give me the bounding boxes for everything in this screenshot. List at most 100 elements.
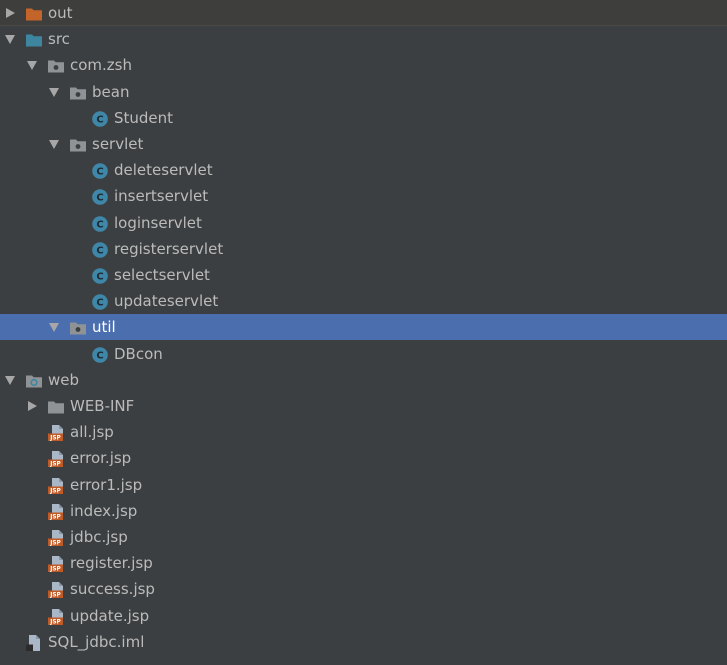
jsp-file-icon: JSP xyxy=(47,555,65,573)
svg-text:JSP: JSP xyxy=(49,593,61,599)
svg-text:C: C xyxy=(96,351,103,362)
tree-node-label: deleteservlet xyxy=(114,161,213,179)
jsp-file-icon: JSP xyxy=(47,529,65,547)
jsp-file-icon: JSP xyxy=(47,477,65,495)
tree-node-label: selectservlet xyxy=(114,266,210,284)
tree-node-bean[interactable]: bean xyxy=(0,79,727,105)
folder-icon xyxy=(47,398,65,416)
tree-node-src[interactable]: src xyxy=(0,26,727,52)
tree-node-label: DBcon xyxy=(114,345,163,363)
svg-text:C: C xyxy=(96,246,103,257)
svg-text:JSP: JSP xyxy=(49,462,61,468)
package-icon xyxy=(69,319,87,337)
expanded-arrow-icon[interactable] xyxy=(4,374,16,386)
svg-text:C: C xyxy=(96,298,103,309)
excluded-folder-icon xyxy=(25,5,43,23)
tree-node-label: register.jsp xyxy=(70,554,153,572)
tree-node-jdbc-jsp[interactable]: JSP jdbc.jsp xyxy=(0,524,727,550)
tree-node-label: error1.jsp xyxy=(70,476,143,494)
class-icon: C xyxy=(91,110,109,128)
tree-node-index-jsp[interactable]: JSP index.jsp xyxy=(0,498,727,524)
tree-node-label: success.jsp xyxy=(70,580,155,598)
tree-node-servlet[interactable]: servlet xyxy=(0,131,727,157)
tree-node-deleteservlet[interactable]: Cdeleteservlet xyxy=(0,157,727,183)
class-icon: C xyxy=(91,241,109,259)
svg-text:JSP: JSP xyxy=(49,567,61,573)
tree-node-label: registerservlet xyxy=(114,240,224,258)
tree-node-register-jsp[interactable]: JSP register.jsp xyxy=(0,550,727,576)
tree-node-success-jsp[interactable]: JSP success.jsp xyxy=(0,576,727,602)
tree-node-error1-jsp[interactable]: JSP error1.jsp xyxy=(0,472,727,498)
tree-node-updateservlet[interactable]: Cupdateservlet xyxy=(0,288,727,314)
collapsed-arrow-icon[interactable] xyxy=(26,400,38,412)
tree-node-label: updateservlet xyxy=(114,292,219,310)
tree-node-all-jsp[interactable]: JSP all.jsp xyxy=(0,419,727,445)
package-icon xyxy=(69,84,87,102)
class-icon: C xyxy=(91,346,109,364)
tree-node-label: insertservlet xyxy=(114,187,209,205)
tree-node-registerservlet[interactable]: Cregisterservlet xyxy=(0,236,727,262)
package-icon xyxy=(69,136,87,154)
jsp-file-icon: JSP xyxy=(47,424,65,442)
tree-node-util[interactable]: util xyxy=(0,314,727,340)
tree-node-label: web xyxy=(48,371,80,389)
expanded-arrow-icon[interactable] xyxy=(48,321,60,333)
tree-node-label: Student xyxy=(114,109,174,127)
svg-text:C: C xyxy=(96,220,103,231)
tree-node-insertservlet[interactable]: Cinsertservlet xyxy=(0,183,727,209)
svg-text:C: C xyxy=(96,115,103,126)
tree-node-com-zsh[interactable]: com.zsh xyxy=(0,52,727,78)
tree-node-label: src xyxy=(48,30,70,48)
tree-node-label: util xyxy=(92,318,116,336)
tree-node-label: out xyxy=(48,4,73,22)
tree-node-label: servlet xyxy=(92,135,144,153)
project-tree: out src com.zsh bean C Student servlet Cdeletes… xyxy=(0,0,727,665)
svg-text:C: C xyxy=(96,167,103,178)
tree-node-error-jsp[interactable]: JSP error.jsp xyxy=(0,445,727,471)
class-icon: C xyxy=(91,162,109,180)
tree-node-label: jdbc.jsp xyxy=(70,528,128,546)
svg-text:JSP: JSP xyxy=(49,489,61,495)
tree-node-label: loginservlet xyxy=(114,214,202,232)
tree-node-label: bean xyxy=(92,83,130,101)
tree-node-label: index.jsp xyxy=(70,502,138,520)
jsp-file-icon: JSP xyxy=(47,503,65,521)
collapsed-arrow-icon[interactable] xyxy=(4,7,16,19)
expanded-arrow-icon[interactable] xyxy=(48,138,60,150)
expanded-arrow-icon[interactable] xyxy=(26,59,38,71)
jsp-file-icon: JSP xyxy=(47,581,65,599)
tree-node-dbcon[interactable]: C DBcon xyxy=(0,341,727,367)
tree-node-web[interactable]: web xyxy=(0,367,727,393)
tree-node-sql-jdbc-iml[interactable]: SQL_jdbc.iml xyxy=(0,629,727,655)
svg-text:JSP: JSP xyxy=(49,620,61,626)
web-folder-icon xyxy=(25,372,43,390)
tree-node-selectservlet[interactable]: Cselectservlet xyxy=(0,262,727,288)
tree-node-label: SQL_jdbc.iml xyxy=(48,633,145,651)
tree-node-label: all.jsp xyxy=(70,423,114,441)
tree-node-out[interactable]: out xyxy=(0,0,727,26)
tree-node-student[interactable]: C Student xyxy=(0,105,727,131)
tree-node-label: update.jsp xyxy=(70,607,150,625)
svg-text:C: C xyxy=(96,272,103,283)
tree-node-loginservlet[interactable]: Cloginservlet xyxy=(0,210,727,236)
tree-node-web-inf[interactable]: WEB-INF xyxy=(0,393,727,419)
svg-text:C: C xyxy=(96,193,103,204)
class-icon: C xyxy=(91,267,109,285)
jsp-file-icon: JSP xyxy=(47,608,65,626)
svg-text:JSP: JSP xyxy=(49,541,61,547)
class-icon: C xyxy=(91,215,109,233)
svg-text:JSP: JSP xyxy=(49,515,61,521)
source-folder-icon xyxy=(25,31,43,49)
class-icon: C xyxy=(91,188,109,206)
tree-node-label: WEB-INF xyxy=(70,397,135,415)
expanded-arrow-icon[interactable] xyxy=(4,33,16,45)
expanded-arrow-icon[interactable] xyxy=(48,86,60,98)
jsp-file-icon: JSP xyxy=(47,450,65,468)
package-icon xyxy=(47,57,65,75)
tree-node-update-jsp[interactable]: JSP update.jsp xyxy=(0,603,727,629)
iml-file-icon xyxy=(25,634,43,652)
class-icon: C xyxy=(91,293,109,311)
tree-node-label: error.jsp xyxy=(70,449,132,467)
tree-node-label: com.zsh xyxy=(70,56,132,74)
svg-text:JSP: JSP xyxy=(49,436,61,442)
